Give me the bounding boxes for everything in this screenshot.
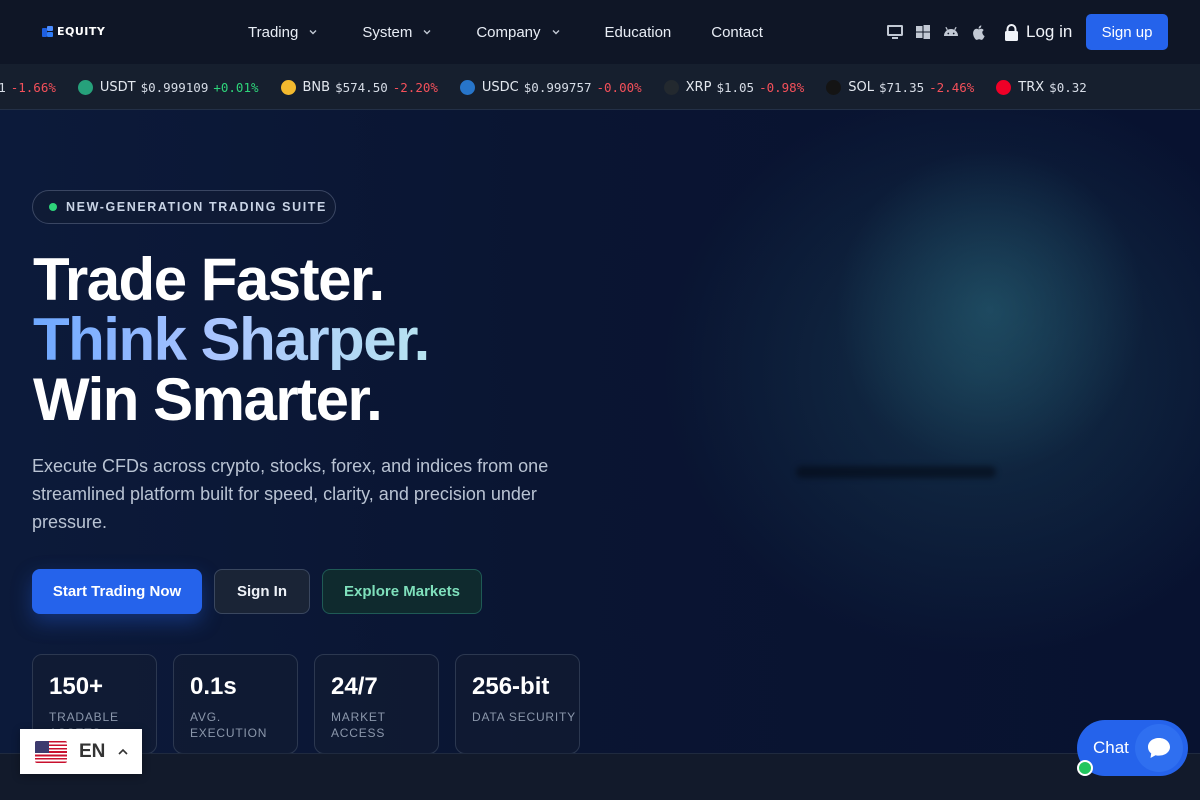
ticker-price: $1.05 <box>716 79 755 95</box>
ticker-price: $0.32 <box>1049 79 1087 95</box>
nav-education[interactable]: Education <box>605 0 672 64</box>
login-link[interactable]: Log in <box>1004 20 1072 44</box>
chevron-down-icon <box>309 30 317 35</box>
stat-label: AVG. EXECUTION <box>190 710 268 740</box>
headline-line-2: Think Sharper. <box>33 306 430 373</box>
stat-label: MARKET ACCESS <box>331 710 386 740</box>
stat-value: 24/7 <box>331 673 378 700</box>
brand-logo[interactable]: EQUITY <box>42 25 105 38</box>
nav-contact[interactable]: Contact <box>711 0 763 64</box>
trx-icon <box>996 79 1012 95</box>
ticker-item[interactable]: $1,837.01 -1.66% <box>0 80 56 95</box>
ticker-item[interactable]: USDT $0.999109 +0.01% <box>77 79 259 95</box>
ticker-item[interactable]: USDC $0.999757 -0.00% <box>459 79 642 95</box>
bottom-strip <box>0 753 1200 800</box>
hero-decoration <box>796 466 996 478</box>
apple-icon[interactable] <box>970 23 988 41</box>
stat-value: 256-bit <box>472 673 550 700</box>
lock-icon <box>1005 23 1018 41</box>
nav-company[interactable]: Company <box>476 0 560 64</box>
ticker-price: $1,837.01 <box>0 80 6 95</box>
logo-mark-icon <box>42 25 54 38</box>
ticker-symbol: USDC <box>481 79 519 95</box>
ticker-item[interactable]: XRP $1.05 -0.98% <box>663 79 805 95</box>
ticker-item[interactable]: TRX $0.32 <box>996 79 1092 95</box>
chat-label: Chat <box>1093 738 1129 757</box>
headline-line-3: Win Smarter. <box>33 366 383 433</box>
language-code: EN <box>79 740 106 762</box>
hero-badge-text: NEW-GENERATION TRADING SUITE <box>66 200 327 214</box>
nav-company-label: Company <box>476 23 541 41</box>
ticker-symbol: BNB <box>302 79 331 95</box>
signup-button[interactable]: Sign up <box>1086 14 1168 50</box>
ticker-price: $0.999757 <box>523 79 592 95</box>
language-selector[interactable]: EN <box>20 729 142 774</box>
hero-section: NEW-GENERATION TRADING SUITE Trade Faste… <box>0 110 1200 754</box>
xrp-icon <box>663 79 679 95</box>
hero-headline: Trade Faster. Think Sharper. Win Smarter… <box>33 246 430 433</box>
chat-widget-button[interactable]: Chat <box>1077 720 1188 776</box>
stat-label: DATA SECURITY <box>472 710 576 724</box>
ticker-change: -1.66% <box>10 79 56 95</box>
stat-card: 0.1s AVG. EXECUTION <box>173 654 298 754</box>
nav-trading[interactable]: Trading <box>248 0 318 64</box>
sign-in-button[interactable]: Sign In <box>214 569 310 614</box>
nav-system[interactable]: System <box>362 0 432 64</box>
logo-text: EQUITY <box>57 25 106 38</box>
ticker-price: $0.999109 <box>140 79 209 95</box>
bnb-icon <box>280 79 296 95</box>
desktop-icon[interactable] <box>886 23 904 41</box>
ticker-change: -2.46% <box>929 79 975 95</box>
platform-icons <box>886 23 988 41</box>
explore-markets-button[interactable]: Explore Markets <box>322 569 482 614</box>
android-icon[interactable] <box>942 23 960 41</box>
hero-badge: NEW-GENERATION TRADING SUITE <box>32 190 336 224</box>
nav-education-label: Education <box>604 23 672 41</box>
nav-system-label: System <box>362 23 413 41</box>
nav-contact-label: Contact <box>711 23 763 41</box>
status-dot-icon <box>49 203 57 211</box>
usdt-icon <box>77 79 93 95</box>
windows-icon[interactable] <box>914 23 932 41</box>
chevron-down-icon <box>552 30 560 35</box>
ticker-symbol: SOL <box>848 79 874 95</box>
main-nav: Trading System Company Education Contact <box>248 0 763 64</box>
stat-card: 24/7 MARKET ACCESS <box>314 654 439 754</box>
hero-cta-row: Start Trading Now Sign In Explore Market… <box>32 569 482 614</box>
hero-subtext: Execute CFDs across crypto, stocks, fore… <box>32 456 549 532</box>
ticker-change: +0.01% <box>213 79 259 95</box>
stat-card: 256-bit DATA SECURITY <box>455 654 580 754</box>
ticker-price: $71.35 <box>878 79 925 95</box>
price-ticker: $1,837.01 -1.66% USDT$0.999109+0.01% BNB$57… <box>0 64 1200 110</box>
headline-line-1: Trade Faster. <box>33 246 385 313</box>
ticker-change: -2.20% <box>392 79 438 95</box>
usdc-icon <box>459 79 475 95</box>
ticker-symbol: TRX <box>1018 79 1045 95</box>
ticker-item[interactable]: SOL $71.35 -2.46% <box>826 79 975 95</box>
stat-value: 0.1s <box>190 673 237 700</box>
ticker-change: -0.00% <box>596 79 642 95</box>
chat-bubble-icon <box>1135 724 1183 772</box>
chevron-up-icon <box>118 748 128 755</box>
ticker-symbol: XRP <box>685 79 712 95</box>
ticker-item[interactable]: BNB $574.50 -2.20% <box>280 79 438 95</box>
ticker-track: $1,837.01 -1.66% USDT$0.999109+0.01% BNB$57… <box>0 64 1114 109</box>
site-header: EQUITY Trading System Company Education … <box>0 0 1200 64</box>
us-flag-icon <box>35 740 67 763</box>
sol-icon <box>826 79 842 95</box>
login-label: Log in <box>1026 22 1073 41</box>
online-status-dot <box>1077 760 1093 776</box>
start-trading-button[interactable]: Start Trading Now <box>32 569 202 614</box>
ticker-price: $574.50 <box>335 79 388 95</box>
nav-trading-label: Trading <box>248 23 299 41</box>
stat-value: 150+ <box>49 673 104 700</box>
chevron-down-icon <box>423 30 431 35</box>
ticker-change: -0.98% <box>759 79 805 95</box>
ticker-symbol: USDT <box>99 79 136 95</box>
